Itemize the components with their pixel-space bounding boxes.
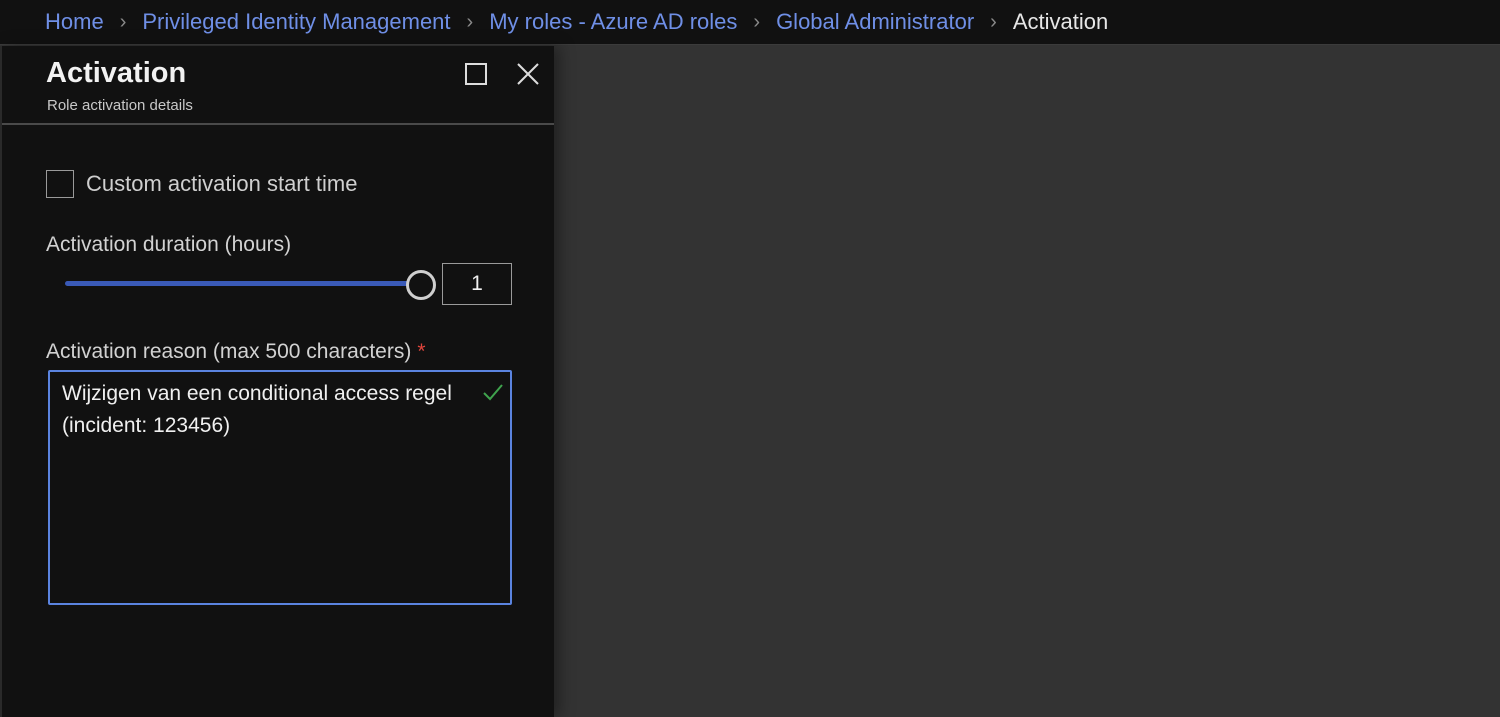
slider-track bbox=[65, 281, 422, 286]
checkmark-icon bbox=[483, 384, 503, 401]
close-icon bbox=[517, 63, 539, 85]
maximize-button[interactable] bbox=[462, 60, 490, 88]
blade-title: Activation bbox=[46, 57, 187, 89]
reason-field[interactable]: Wijzigen van een conditional access rege… bbox=[48, 370, 512, 605]
activation-blade: Activation Role activation details Custo… bbox=[0, 46, 554, 717]
chevron-right-icon: › bbox=[466, 10, 474, 33]
duration-input[interactable] bbox=[442, 263, 512, 305]
breadcrumb: Home › Privileged Identity Management › … bbox=[0, 0, 1500, 45]
custom-start-time-option[interactable]: Custom activation start time bbox=[46, 170, 357, 198]
close-button[interactable] bbox=[514, 60, 542, 88]
breadcrumb-global-admin[interactable]: Global Administrator bbox=[776, 9, 974, 35]
chevron-right-icon: › bbox=[753, 10, 761, 33]
breadcrumb-pim[interactable]: Privileged Identity Management bbox=[142, 9, 450, 35]
breadcrumb-my-roles[interactable]: My roles - Azure AD roles bbox=[489, 9, 737, 35]
duration-slider[interactable] bbox=[65, 268, 437, 302]
blade-subtitle: Role activation details bbox=[47, 97, 193, 114]
reason-textarea[interactable]: Wijzigen van een conditional access rege… bbox=[62, 378, 482, 598]
breadcrumb-home[interactable]: Home bbox=[45, 9, 104, 35]
breadcrumb-current: Activation bbox=[1012, 9, 1109, 34]
chevron-right-icon: › bbox=[119, 10, 127, 33]
maximize-icon bbox=[465, 63, 487, 85]
chevron-right-icon: › bbox=[990, 10, 997, 33]
reason-label-row: Activation reason (max 500 characters) * bbox=[46, 340, 426, 364]
required-marker: * bbox=[417, 340, 426, 363]
custom-start-time-checkbox[interactable] bbox=[46, 170, 74, 198]
duration-label: Activation duration (hours) bbox=[46, 233, 292, 256]
blade-header: Activation Role activation details bbox=[2, 46, 554, 125]
slider-thumb[interactable] bbox=[406, 270, 436, 300]
reason-label: Activation reason (max 500 characters) bbox=[46, 340, 412, 363]
custom-start-time-label: Custom activation start time bbox=[86, 171, 358, 196]
